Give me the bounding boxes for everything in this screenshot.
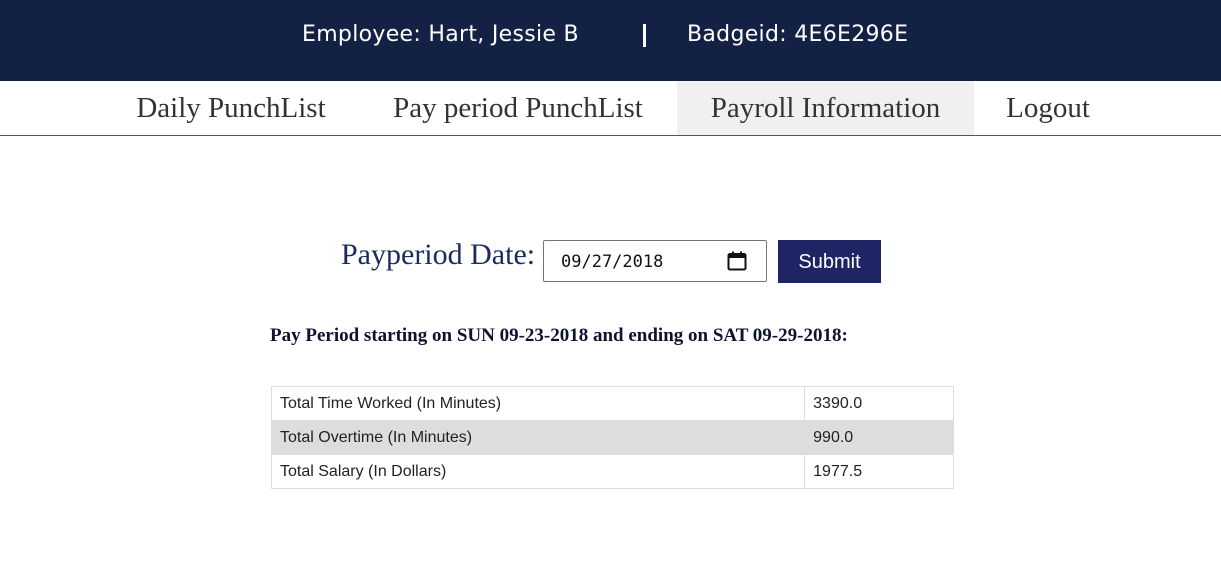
table-row: Total Time Worked (In Minutes) 3390.0: [270, 386, 954, 421]
nav-payroll-information[interactable]: Payroll Information: [677, 81, 974, 135]
nav-logout[interactable]: Logout: [990, 81, 1106, 135]
table-row: Total Overtime (In Minutes) 990.0: [270, 420, 954, 455]
row-label: Total Time Worked (In Minutes): [270, 386, 806, 421]
badge-id: Badgeid: 4E6E296E: [687, 22, 909, 47]
main-nav: Daily PunchList Pay period PunchList Pay…: [0, 81, 1221, 136]
row-value: 990.0: [804, 420, 954, 455]
submit-button[interactable]: Submit: [778, 240, 881, 283]
pay-period-heading: Pay Period starting on SUN 09-23-2018 an…: [270, 325, 848, 346]
payperiod-date-input[interactable]: 09/27/2018: [543, 240, 767, 282]
row-value: 1977.5: [804, 454, 954, 489]
table-row: Total Salary (In Dollars) 1977.5: [270, 454, 954, 489]
employee-name: Employee: Hart, Jessie B: [302, 22, 579, 47]
date-value: 09/27/2018: [561, 252, 664, 272]
row-value: 3390.0: [804, 386, 954, 421]
row-label: Total Salary (In Dollars): [270, 454, 806, 489]
header-divider: [643, 24, 646, 47]
calendar-icon[interactable]: [727, 251, 747, 271]
top-header: Employee: Hart, Jessie B Badgeid: 4E6E29…: [0, 0, 1221, 81]
row-label: Total Overtime (In Minutes): [270, 420, 806, 455]
nav-pay-period-punchlist[interactable]: Pay period PunchList: [374, 81, 662, 135]
nav-daily-punchlist[interactable]: Daily PunchList: [118, 81, 344, 135]
payperiod-date-label: Payperiod Date:: [341, 238, 536, 271]
payroll-summary-table: Total Time Worked (In Minutes) 3390.0 To…: [270, 386, 954, 489]
